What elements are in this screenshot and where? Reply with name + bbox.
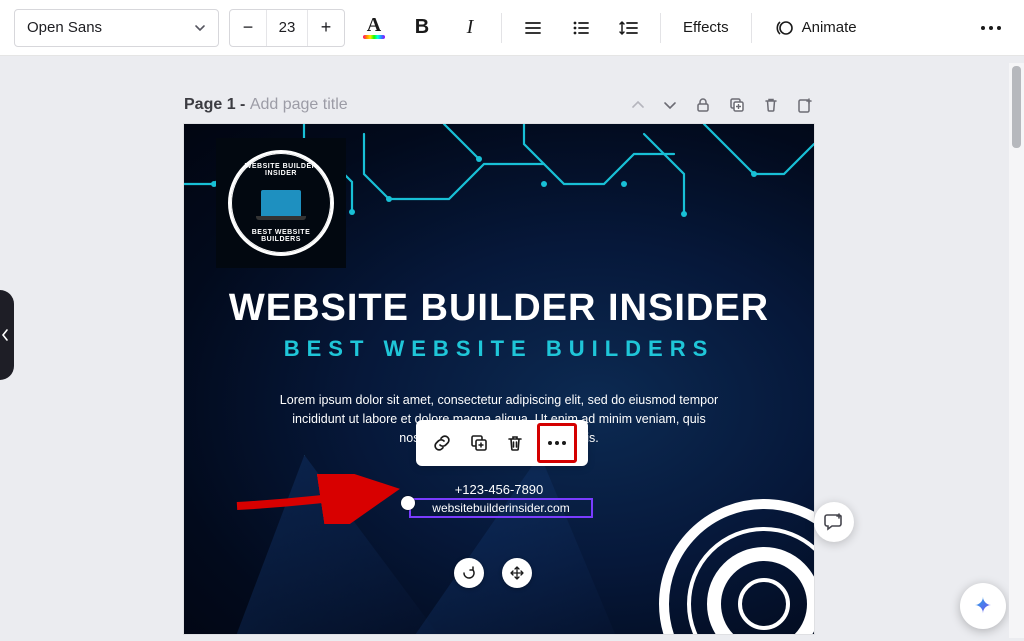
scroll-thumb[interactable] — [1012, 66, 1021, 148]
text-color-letter-icon: A — [367, 17, 381, 33]
add-comment-button[interactable] — [814, 502, 854, 542]
page-number-label: Page 1 - — [184, 96, 250, 113]
dot-icon — [989, 26, 993, 30]
website-text-selected[interactable]: websitebuilderinsider.com — [409, 498, 593, 518]
page-title-placeholder: Add page title — [250, 96, 348, 113]
align-icon — [523, 18, 543, 38]
link-button[interactable] — [427, 428, 457, 458]
spacing-button[interactable] — [610, 9, 648, 47]
bold-button[interactable]: B — [403, 9, 441, 47]
badge-bottom-text: BEST WEBSITE BUILDERS — [231, 229, 331, 243]
separator — [501, 13, 502, 43]
top-toolbar: Open Sans − 23 + A B I Effects — [0, 0, 1024, 56]
dot-icon — [562, 441, 566, 445]
expand-side-panel-button[interactable] — [0, 290, 14, 380]
chevron-down-icon — [194, 22, 206, 34]
assistant-button[interactable]: ✦ — [960, 583, 1006, 629]
separator — [660, 13, 661, 43]
comment-plus-icon — [823, 511, 845, 533]
font-size-value[interactable]: 23 — [266, 10, 308, 46]
move-handle[interactable] — [502, 558, 532, 588]
subheading-text[interactable]: BEST WEBSITE BUILDERS — [184, 336, 814, 362]
rotate-handle[interactable] — [454, 558, 484, 588]
duplicate-icon[interactable] — [728, 96, 746, 114]
dot-icon — [981, 26, 985, 30]
bold-icon: B — [415, 16, 429, 39]
trash-icon[interactable] — [762, 96, 780, 114]
italic-button[interactable]: I — [451, 9, 489, 47]
effects-button[interactable]: Effects — [673, 9, 739, 47]
page-actions — [630, 96, 814, 114]
rotate-icon — [461, 565, 477, 581]
dot-icon — [997, 26, 1001, 30]
website-value: websitebuilderinsider.com — [432, 501, 569, 515]
duplicate-button[interactable] — [464, 428, 494, 458]
animate-icon — [774, 18, 794, 38]
page-title[interactable]: Page 1 - Add page title — [184, 96, 348, 114]
font-size-stepper: − 23 + — [229, 9, 345, 47]
heading-text[interactable]: WEBSITE BUILDER INSIDER — [184, 287, 814, 330]
add-page-icon[interactable] — [796, 96, 814, 114]
list-button[interactable] — [562, 9, 600, 47]
line-spacing-icon — [618, 18, 640, 38]
duplicate-icon — [469, 433, 489, 453]
dot-icon — [548, 441, 552, 445]
vertical-scrollbar[interactable] — [1009, 63, 1024, 638]
page-header: Page 1 - Add page title — [184, 90, 814, 120]
move-icon — [509, 565, 525, 581]
animate-button[interactable]: Animate — [764, 9, 867, 47]
font-size-increase-button[interactable]: + — [308, 10, 344, 46]
animate-label: Animate — [802, 19, 857, 36]
font-family-value: Open Sans — [27, 19, 102, 36]
transform-controls — [454, 558, 532, 588]
font-size-decrease-button[interactable]: − — [230, 10, 266, 46]
font-family-picker[interactable]: Open Sans — [14, 9, 219, 47]
chevron-up-icon[interactable] — [630, 97, 646, 113]
triangle-decoration — [191, 439, 448, 634]
dot-icon — [555, 441, 559, 445]
separator — [751, 13, 752, 43]
italic-icon: I — [467, 16, 474, 39]
annotation-arrow — [232, 474, 412, 524]
chevron-down-icon[interactable] — [662, 97, 678, 113]
laptop-icon — [261, 190, 301, 216]
chevron-left-icon — [0, 328, 10, 342]
element-more-button-highlighted[interactable] — [537, 423, 577, 463]
badge-circle: WEBSITE BUILDER INSIDER BEST WEBSITE BUI… — [228, 150, 334, 256]
element-floating-toolbar — [416, 420, 588, 466]
lock-icon[interactable] — [694, 96, 712, 114]
link-icon — [431, 432, 453, 454]
trash-icon — [505, 433, 525, 453]
badge-top-text: WEBSITE BUILDER INSIDER — [231, 163, 331, 177]
bullet-list-icon — [571, 18, 591, 38]
logo-badge[interactable]: WEBSITE BUILDER INSIDER BEST WEBSITE BUI… — [216, 138, 346, 268]
rainbow-underline-icon — [363, 35, 385, 39]
sparkle-icon: ✦ — [974, 593, 992, 619]
text-color-button[interactable]: A — [355, 9, 393, 47]
delete-button[interactable] — [500, 428, 530, 458]
toolbar-more-button[interactable] — [972, 9, 1010, 47]
alignment-button[interactable] — [514, 9, 552, 47]
